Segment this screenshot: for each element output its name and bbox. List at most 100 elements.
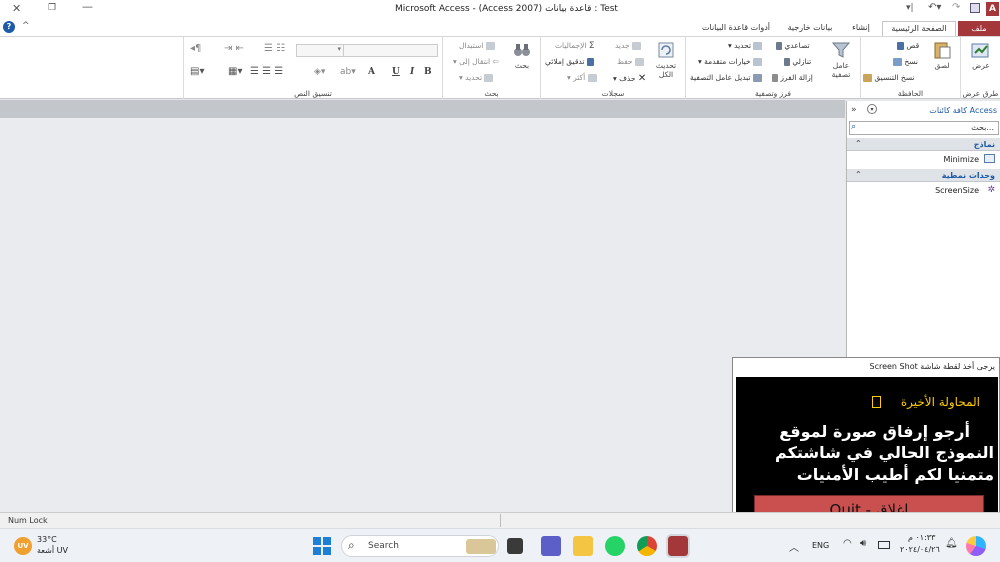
nav-search-input[interactable]: بحث... ⌕	[849, 121, 999, 135]
refresh-all-button[interactable]: تحديث الكل	[649, 41, 683, 79]
nav-section-modules[interactable]: ⌃ وحدات نمطية	[847, 169, 1000, 182]
italic-button[interactable]: I	[410, 67, 414, 77]
task-view-icon[interactable]	[507, 538, 523, 554]
clock-time[interactable]: ٠١:٣٣ م	[908, 533, 935, 542]
indent-icon[interactable]: ⇥ ⇤	[224, 43, 244, 54]
access-taskbar-icon[interactable]	[666, 534, 690, 558]
binoculars-icon	[514, 44, 530, 56]
search-icon[interactable]: ⌕	[851, 122, 856, 132]
fill-color-icon[interactable]: ◈▾	[314, 67, 325, 77]
new-record-icon	[632, 42, 641, 50]
wifi-icon[interactable]: ◠	[843, 538, 852, 549]
nav-collapse-icon[interactable]: »	[851, 105, 857, 115]
copy-button[interactable]: نسخ	[893, 57, 918, 66]
nav-dropdown-icon[interactable]: ▾	[867, 104, 877, 114]
view-button[interactable]: عرض	[965, 41, 997, 70]
find-button[interactable]: بحث	[507, 41, 537, 70]
copilot-icon[interactable]	[966, 536, 986, 556]
search-icon: ⌕	[348, 538, 355, 552]
qat-customize-icon[interactable]: ▾|	[906, 3, 914, 13]
minimize-window-icon[interactable]: —	[82, 0, 93, 13]
whatsapp-icon[interactable]	[605, 536, 625, 556]
toggle-filter-icon	[752, 74, 762, 82]
tab-database-tools[interactable]: أدوات قاعدة البيانات	[695, 21, 777, 36]
remove-sort-label: إزالة الفرز	[780, 73, 813, 82]
totals-button[interactable]: الإجماليات Σ	[555, 41, 595, 51]
bold-button[interactable]: B	[424, 67, 432, 77]
format-painter-label: نسخ التنسيق	[874, 73, 915, 82]
weather-widget[interactable]: UV 33°C أشعة UV	[12, 534, 102, 558]
replace-button[interactable]: استبدال	[459, 41, 495, 50]
select-button[interactable]: ▾ تحديد	[459, 73, 494, 82]
filter-button[interactable]: عامل تصفية	[824, 41, 858, 79]
collapse-ribbon-icon[interactable]: ^	[22, 21, 30, 31]
battery-icon[interactable]	[878, 541, 890, 549]
nav-item-screensize[interactable]: ✲ ScreenSize	[847, 183, 1000, 197]
nav-section-forms[interactable]: ⌃ نماذج	[847, 138, 1000, 151]
gridlines-icon[interactable]: ▦▾	[228, 66, 242, 77]
start-button[interactable]	[313, 537, 331, 555]
taskbar-search[interactable]: ⌕ Search	[341, 535, 499, 557]
font-color-button[interactable]: A	[368, 67, 375, 77]
underline-button[interactable]: U	[392, 67, 400, 77]
spelling-button[interactable]: تدقيق إملائي	[545, 57, 594, 66]
nav-section-forms-label: نماذج	[973, 140, 995, 149]
refresh-icon	[658, 42, 674, 58]
chrome-icon[interactable]	[637, 536, 657, 556]
alternate-row-icon[interactable]: ▤▾	[190, 66, 204, 77]
nav-title: كافة كائنات Access	[929, 106, 997, 115]
sort-ascending-button[interactable]: تصاعدي	[776, 41, 810, 50]
sort-descending-button[interactable]: تنازلي	[784, 57, 811, 66]
paste-button[interactable]: لصق	[927, 41, 957, 70]
sort-descending-icon	[784, 58, 790, 66]
toggle-filter-label: تبديل عامل التصفية	[690, 73, 751, 82]
tab-external-data[interactable]: بيانات خارجية	[780, 21, 840, 36]
rtl-icon[interactable]: ◂¶	[190, 43, 201, 54]
bullets-icon[interactable]: ☰ ☷	[264, 43, 285, 54]
screenshot-popup: Screen Shot يرجى أخذ لقطة شاشة المحاولة …	[732, 357, 1000, 528]
notification-bell-icon[interactable]: 🔔︎	[945, 538, 958, 549]
group-records: تحديث الكل جديد حفظ ▾ حذف ✕ الإجماليات Σ…	[540, 37, 685, 99]
cut-button[interactable]: قص	[897, 41, 919, 50]
remove-sort-button[interactable]: إزالة الفرز	[772, 73, 813, 82]
view-icon	[971, 43, 989, 58]
new-record-button[interactable]: جديد	[615, 41, 641, 50]
goto-label: انتقال إلى	[459, 57, 491, 66]
more-button[interactable]: ▾ أكثر	[567, 73, 597, 82]
save-icon[interactable]	[970, 3, 980, 13]
tab-home[interactable]: الصفحة الرئيسية	[882, 21, 956, 36]
help-icon[interactable]: ?	[3, 21, 15, 33]
teams-icon[interactable]	[541, 536, 561, 556]
redo-icon[interactable]: ↷	[952, 2, 960, 13]
format-painter-button[interactable]: نسخ التنسيق	[863, 73, 915, 82]
align-icons[interactable]: ☰ ☰ ☰	[250, 66, 283, 77]
restore-window-icon[interactable]: ❐	[48, 3, 56, 13]
save-record-icon	[634, 58, 644, 66]
language-indicator[interactable]: ENG	[812, 541, 829, 550]
selection-button[interactable]: ▾ تحديد	[728, 41, 763, 50]
advanced-button[interactable]: ▾ خيارات متقدمة	[698, 57, 762, 66]
clock-date[interactable]: ٢٠٢٤/٠٤/٢٦	[900, 545, 940, 554]
goto-button[interactable]: ▾ انتقال إلى ⇦	[453, 57, 499, 66]
font-size-combo[interactable]: ▾	[296, 44, 344, 57]
group-records-label: سجلات	[601, 89, 625, 98]
save-record-button[interactable]: حفظ	[617, 57, 644, 66]
tray-overflow-icon[interactable]: ︿	[789, 539, 799, 554]
tab-create[interactable]: إنشاء	[842, 21, 880, 36]
delete-record-button[interactable]: ▾ حذف ✕	[613, 73, 646, 84]
tab-file[interactable]: ملف	[958, 21, 1000, 36]
highlight-icon[interactable]: ab▾	[340, 67, 356, 77]
ribbon-tabs: ? ^ ملف الصفحة الرئيسية إنشاء بيانات خار…	[0, 19, 1000, 36]
copy-icon	[893, 58, 902, 66]
file-explorer-icon[interactable]	[573, 536, 593, 556]
undo-icon[interactable]: ↶▾	[928, 2, 941, 13]
toggle-filter-button[interactable]: تبديل عامل التصفية	[690, 73, 762, 82]
nav-item-minimize[interactable]: Minimize	[847, 152, 1000, 166]
uv-badge-icon: UV	[14, 537, 32, 555]
group-find-label: بحث	[484, 89, 499, 98]
group-text-formatting: ▾ ☰ ☷ ⇥ ⇤ ◂¶ B I U A ab▾ ◈▾ ☰ ☰ ☰ ▦▾ ▤▾ …	[183, 37, 442, 99]
weather-text: أشعة UV	[37, 546, 68, 555]
close-window-icon[interactable]: ✕	[12, 2, 21, 15]
status-bar: Num Lock	[0, 512, 1000, 528]
volume-icon[interactable]: 🔊︎	[860, 538, 866, 549]
